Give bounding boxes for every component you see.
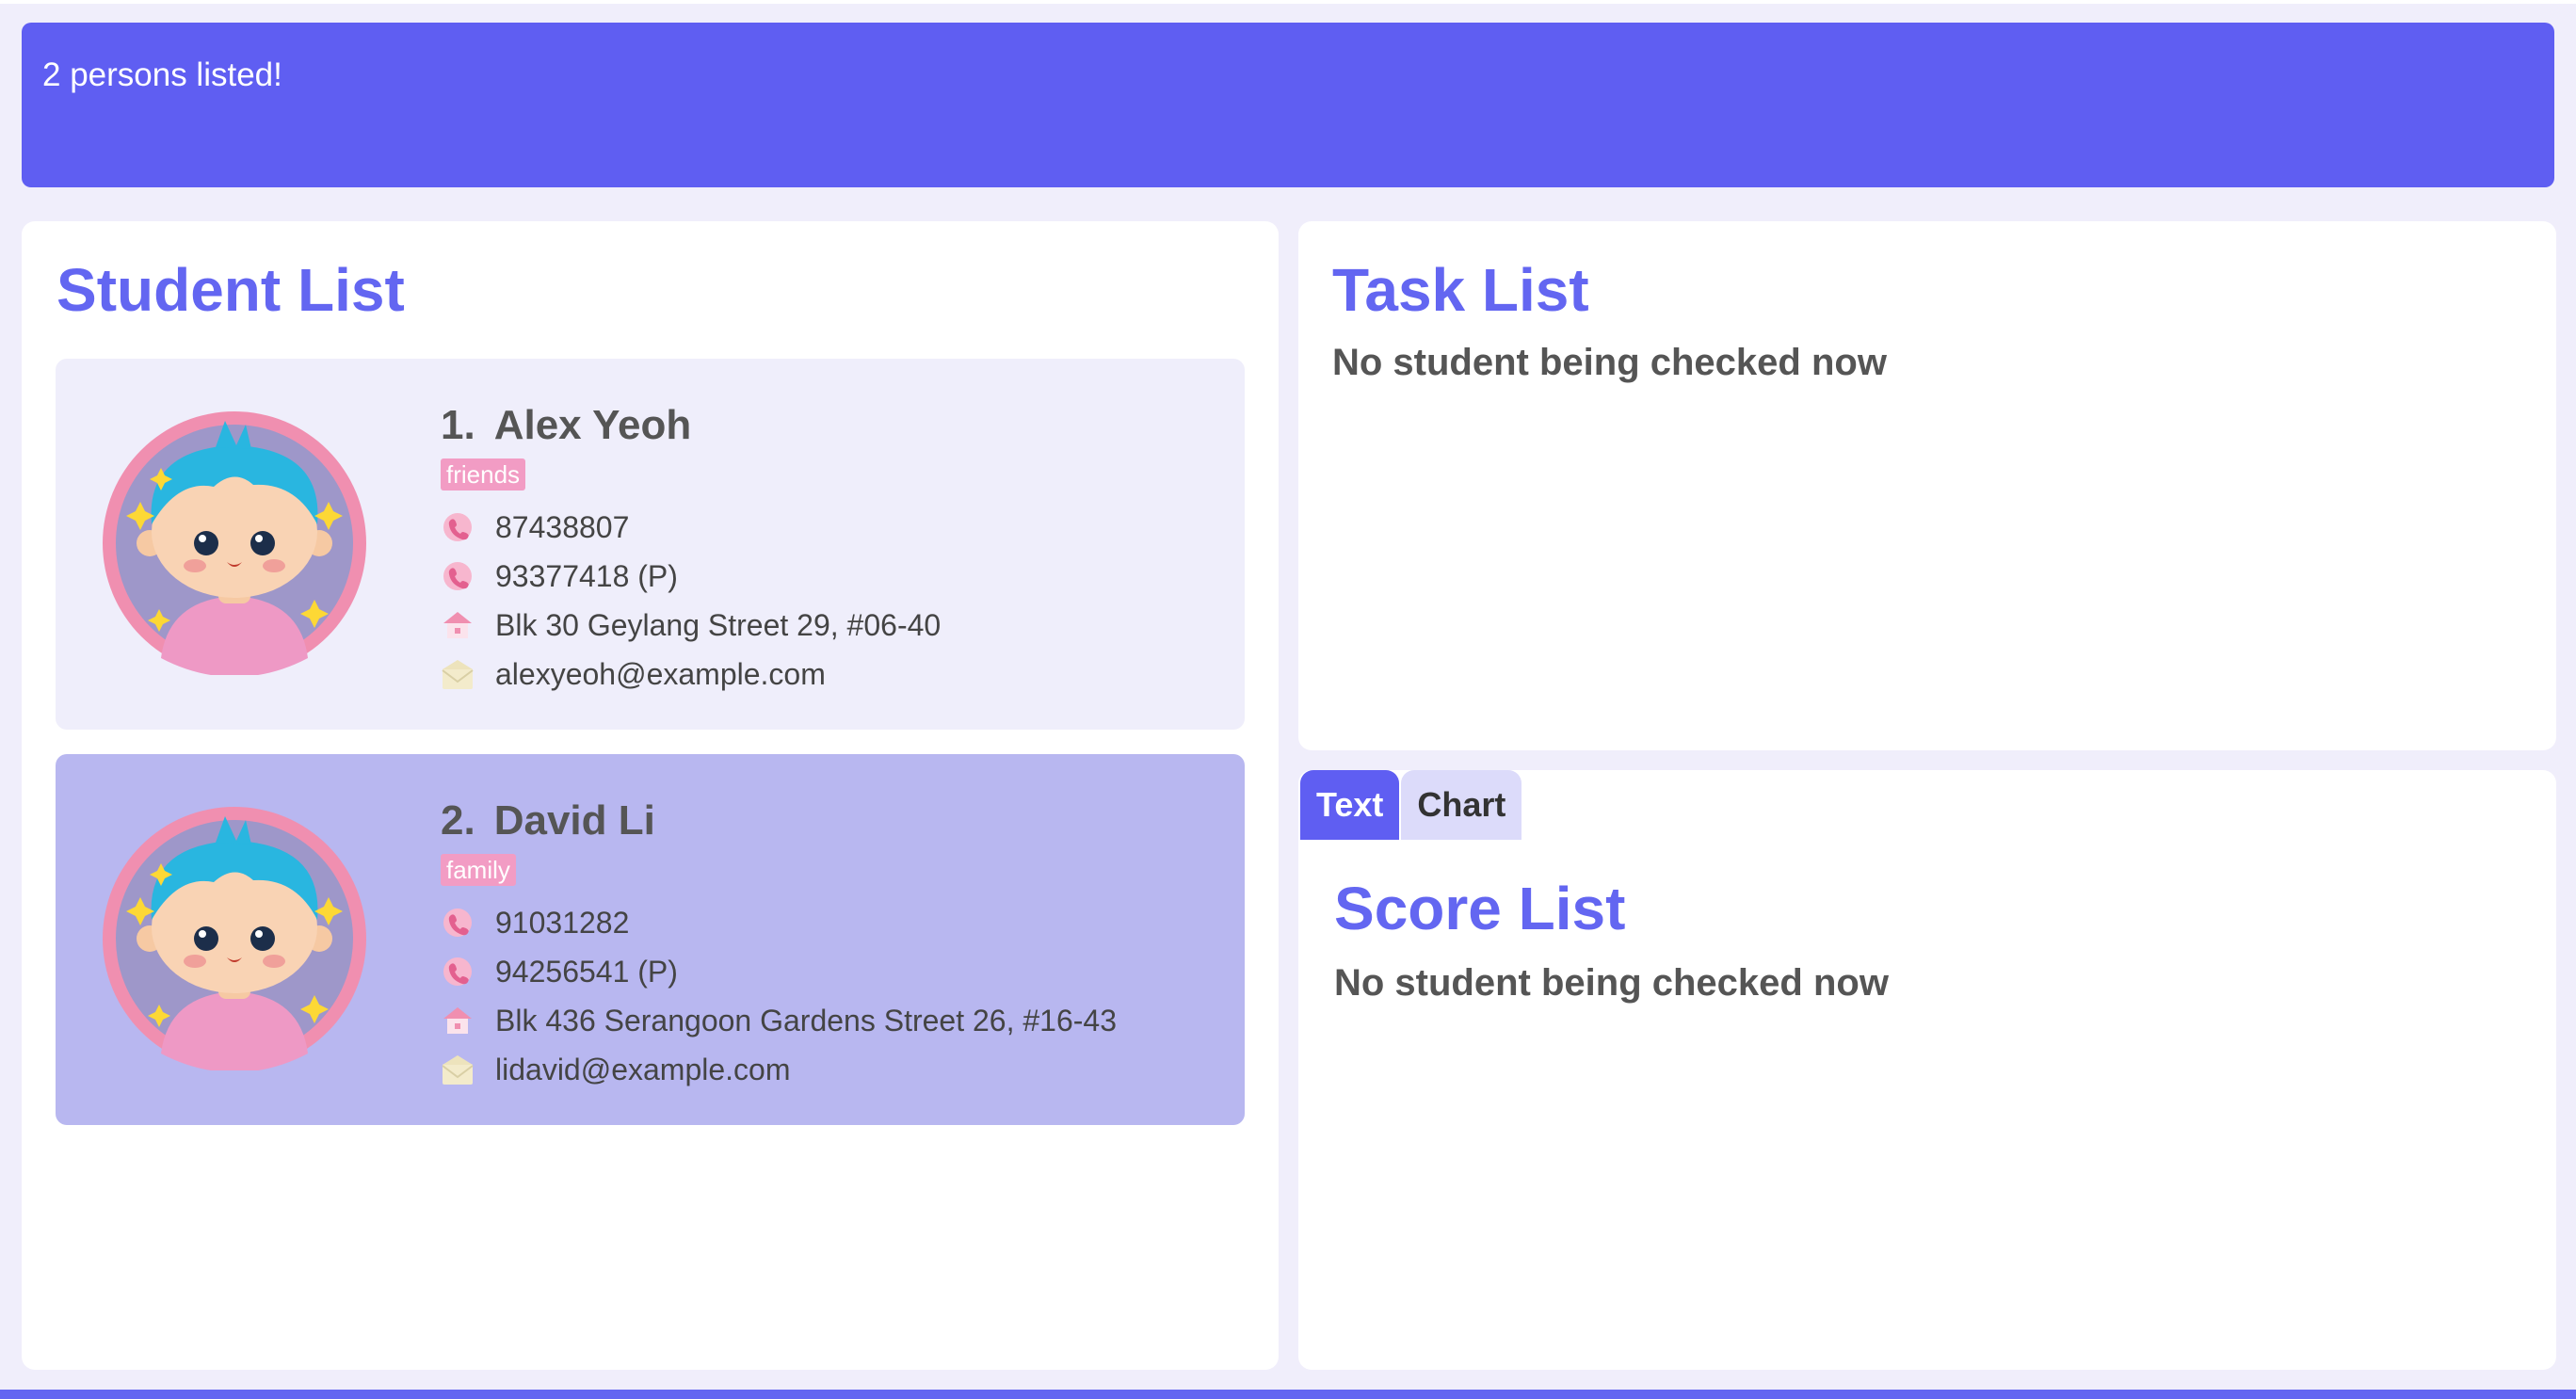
student-address: Blk 436 Serangoon Gardens Street 26, #16…: [495, 1003, 1117, 1037]
phone-icon: [443, 562, 472, 590]
student-email: alexyeoh@example.com: [495, 656, 826, 691]
score-view-tabs: Text Chart: [1300, 770, 1523, 840]
student-name-row: 2. David Li: [441, 797, 655, 844]
home-icon: [443, 1007, 472, 1034]
command-result-box: 2 persons listed!: [22, 23, 2554, 187]
student-email-row: alexyeoh@example.com: [441, 651, 826, 698]
tab-chart[interactable]: Chart: [1401, 770, 1522, 840]
student-name: Alex Yeoh: [493, 402, 692, 448]
student-card[interactable]: 1. Alex Yeoh friends 87438807 93377418 (P…: [56, 359, 1245, 730]
task-list-panel: Task List No student being checked now: [1298, 221, 2556, 750]
score-list-panel: Text Chart Score List No student being c…: [1298, 770, 2556, 1370]
student-phone: 91031282: [495, 905, 630, 940]
student-avatar-icon: [103, 411, 366, 675]
home-icon: [443, 612, 472, 638]
task-empty-message: No student being checked now: [1332, 342, 1887, 383]
student-avatar-icon: [103, 807, 366, 1070]
student-parent-phone: 94256541 (P): [495, 954, 678, 989]
student-list-title: Student List: [56, 256, 405, 324]
student-address: Blk 30 Geylang Street 29, #06-40: [495, 607, 942, 642]
phone-icon: [443, 513, 472, 541]
student-parent-phone-row: 94256541 (P): [441, 948, 678, 995]
student-address-row: Blk 436 Serangoon Gardens Street 26, #16…: [441, 997, 1117, 1044]
bottom-border: [0, 1390, 2576, 1399]
email-envelope-icon: [442, 660, 474, 689]
student-list-panel: Student List 1. Alex Yeoh friends 874388…: [22, 221, 1279, 1370]
student-phone-row: 87438807: [441, 504, 629, 551]
student-name: David Li: [493, 797, 655, 844]
student-phone-row: 91031282: [441, 899, 629, 946]
phone-icon: [443, 909, 472, 937]
student-email: lidavid@example.com: [495, 1052, 791, 1086]
student-tag: friends: [441, 458, 526, 490]
student-card[interactable]: 2. David Li family 91031282 94256541 (P) …: [56, 754, 1245, 1125]
phone-icon: [443, 957, 472, 986]
student-parent-phone-row: 93377418 (P): [441, 553, 678, 600]
score-list-title: Score List: [1334, 875, 1626, 942]
student-index: 1.: [441, 402, 475, 448]
tab-text[interactable]: Text: [1300, 770, 1400, 840]
student-email-row: lidavid@example.com: [441, 1046, 791, 1093]
student-parent-phone: 93377418 (P): [495, 558, 678, 593]
student-address-row: Blk 30 Geylang Street 29, #06-40: [441, 602, 941, 649]
student-name-row: 1. Alex Yeoh: [441, 402, 691, 449]
task-list-title: Task List: [1332, 256, 1589, 324]
student-phone: 87438807: [495, 509, 630, 544]
score-empty-message: No student being checked now: [1334, 962, 1889, 1004]
email-envelope-icon: [442, 1055, 474, 1085]
student-tag: family: [441, 854, 516, 886]
result-message: 2 persons listed!: [42, 56, 282, 93]
top-border: [0, 0, 2576, 4]
student-index: 2.: [441, 797, 475, 844]
